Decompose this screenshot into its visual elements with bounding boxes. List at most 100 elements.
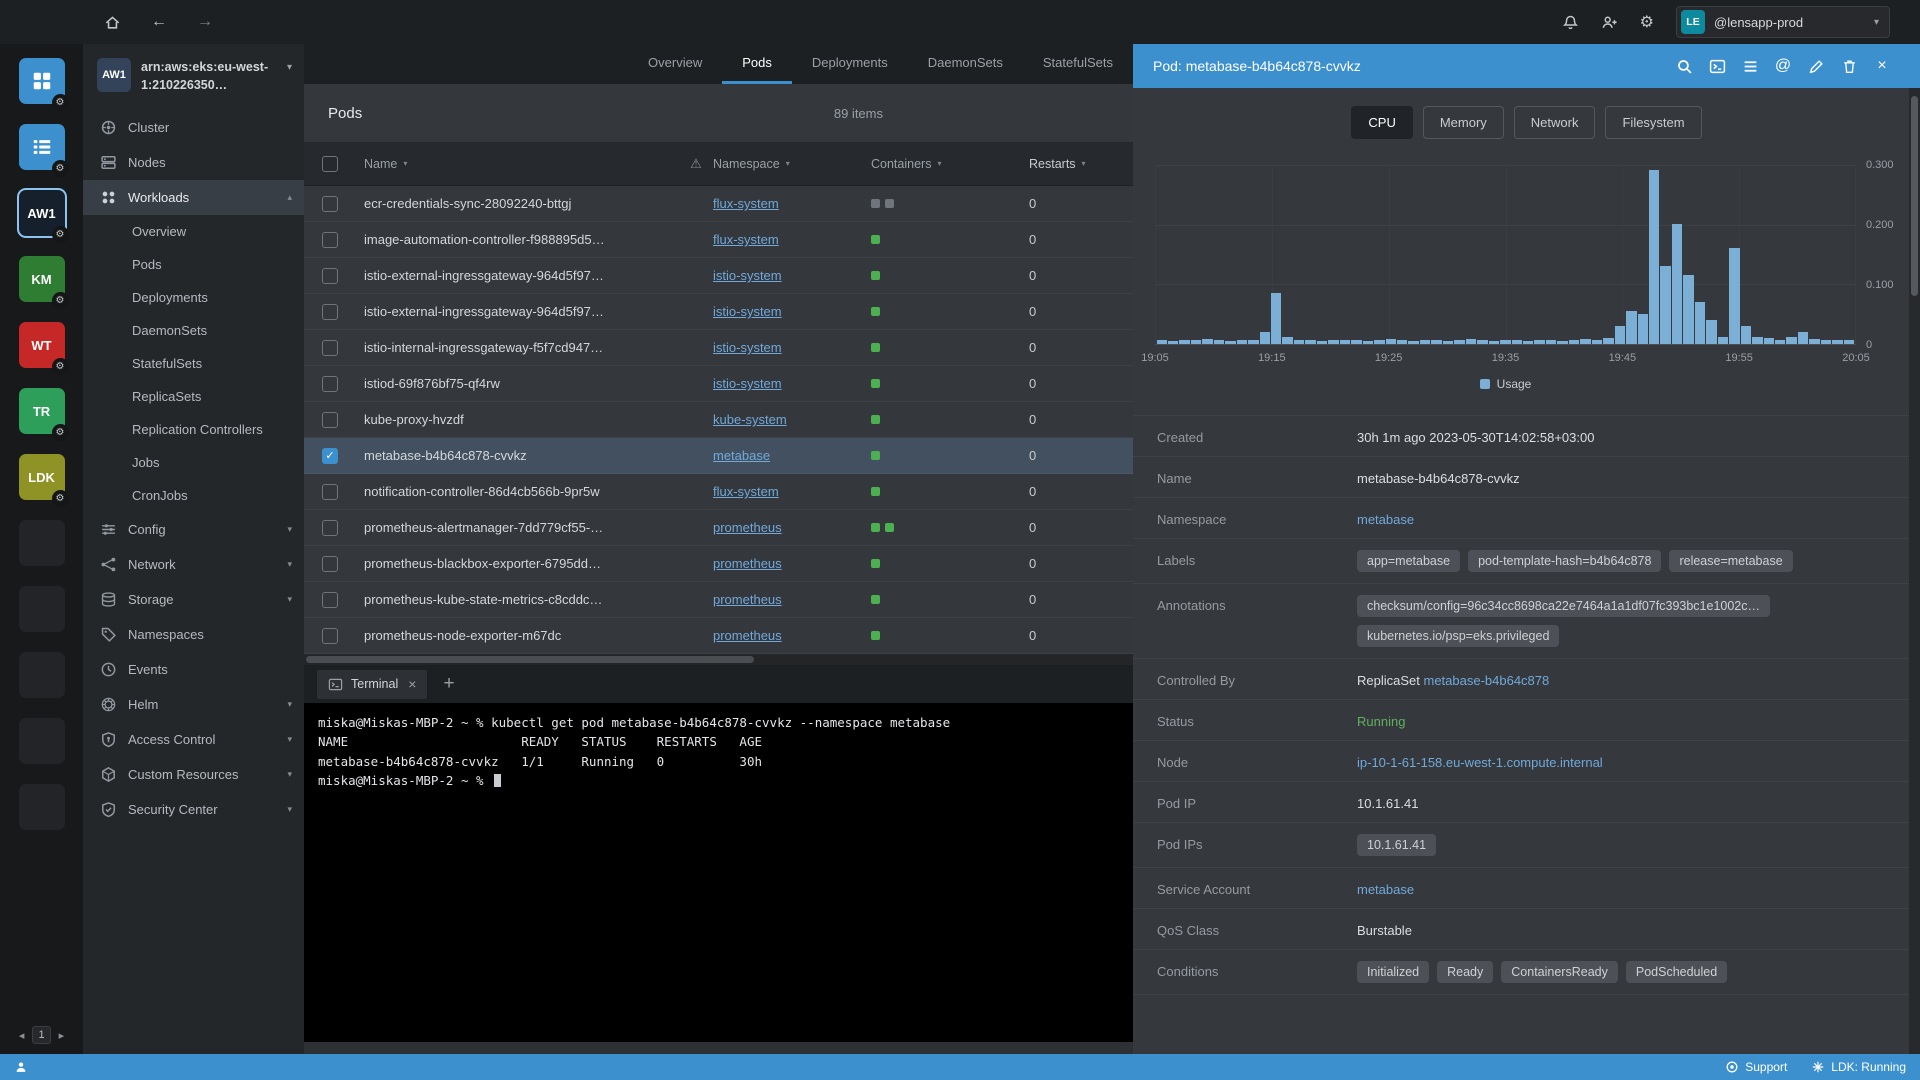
sidebar-item-events[interactable]: Events: [83, 652, 304, 687]
namespace-link[interactable]: metabase: [713, 448, 770, 463]
row-checkbox[interactable]: [322, 303, 338, 320]
drawer-scrollbar[interactable]: [1909, 88, 1920, 1054]
sidebar-item-cluster[interactable]: Cluster: [83, 110, 304, 145]
table-row[interactable]: prometheus-kube-state-metrics-c8cddc… pro…: [304, 582, 1133, 618]
account-dropdown[interactable]: LE @lensapp-prod ▾: [1676, 6, 1890, 38]
namespace-link[interactable]: istio-system: [713, 376, 782, 391]
row-checkbox[interactable]: ✓: [322, 447, 338, 464]
namespace-link[interactable]: flux-system: [713, 196, 779, 211]
hotbar-empty-slot[interactable]: [18, 586, 65, 632]
chart-legend[interactable]: Usage: [1155, 377, 1856, 391]
cluster-status[interactable]: LDK: Running: [1811, 1060, 1906, 1074]
controlled-by-link[interactable]: metabase-b4b64c878: [1423, 670, 1549, 688]
gear-badge-icon[interactable]: ⚙: [51, 490, 69, 507]
gear-badge-icon[interactable]: ⚙: [51, 424, 69, 441]
namespace-link[interactable]: kube-system: [713, 412, 787, 427]
namespace-link[interactable]: prometheus: [713, 592, 782, 607]
pod-logs-icon[interactable]: [1736, 52, 1764, 80]
column-header-containers[interactable]: Containers ▾: [871, 157, 1029, 171]
row-checkbox[interactable]: [322, 267, 338, 284]
namespace-link[interactable]: prometheus: [713, 520, 782, 535]
delete-icon[interactable]: [1835, 52, 1863, 80]
namespace-link[interactable]: flux-system: [713, 232, 779, 247]
table-row[interactable]: prometheus-node-exporter-m67dc prometheus…: [304, 618, 1133, 654]
tab-filesystem[interactable]: Filesystem: [1605, 106, 1702, 139]
row-checkbox[interactable]: [322, 375, 338, 392]
close-tab-icon[interactable]: ×: [408, 676, 416, 692]
sidebar-item-deployments[interactable]: Deployments: [83, 281, 304, 314]
sidebar-item-namespaces[interactable]: Namespaces: [83, 617, 304, 652]
terminal-tab[interactable]: Terminal ×: [317, 669, 428, 699]
pager-next-icon[interactable]: ▸: [59, 1029, 65, 1042]
table-row[interactable]: ✓ metabase-b4b64c878-cvvkz metabase 0: [304, 438, 1133, 474]
column-header-restarts[interactable]: Restarts ▾: [1029, 157, 1133, 171]
sidebar-item-daemonsets[interactable]: DaemonSets: [83, 314, 304, 347]
sidebar-item-network[interactable]: Network ▾: [83, 547, 304, 582]
terminal[interactable]: miska@Miskas-MBP-2 ~ % kubectl get pod m…: [304, 703, 1133, 1042]
hotbar-empty-slot[interactable]: [18, 784, 65, 830]
row-checkbox[interactable]: [322, 555, 338, 572]
sidebar-item-config[interactable]: Config ▾: [83, 512, 304, 547]
sidebar-item-helm[interactable]: Helm ▾: [83, 687, 304, 722]
sidebar-item-access-control[interactable]: Access Control ▾: [83, 722, 304, 757]
table-row[interactable]: istio-internal-ingressgateway-f5f7cd947……: [304, 330, 1133, 366]
sidebar-item-statefulsets[interactable]: StatefulSets: [83, 347, 304, 380]
sidebar-item-custom-resources[interactable]: Custom Resources ▾: [83, 757, 304, 792]
sidebar-item-jobs[interactable]: Jobs: [83, 446, 304, 479]
invite-user-icon[interactable]: [1601, 14, 1618, 31]
namespace-link[interactable]: metabase: [1357, 509, 1414, 527]
hotbar-tile-catalog[interactable]: ⚙: [18, 58, 69, 111]
close-icon[interactable]: ×: [1868, 52, 1896, 80]
pager-prev-icon[interactable]: ◂: [19, 1029, 25, 1042]
sidebar-item-pods[interactable]: Pods: [83, 248, 304, 281]
tab-deployments[interactable]: Deployments: [792, 44, 908, 84]
sidebar-item-workloads[interactable]: Workloads ▴: [83, 180, 304, 216]
attach-pod-icon[interactable]: @: [1769, 52, 1797, 80]
select-all-checkbox[interactable]: [322, 155, 338, 172]
user-icon[interactable]: [14, 1060, 28, 1074]
new-terminal-tab-button[interactable]: +: [437, 673, 460, 695]
pod-shell-icon[interactable]: [1703, 52, 1731, 80]
tab-cpu[interactable]: CPU: [1351, 106, 1413, 139]
table-row[interactable]: kube-proxy-hvzdf kube-system 0: [304, 402, 1133, 438]
row-checkbox[interactable]: [322, 195, 338, 212]
row-checkbox[interactable]: [322, 627, 338, 644]
back-button[interactable]: ←: [151, 13, 167, 31]
tab-pods[interactable]: Pods: [722, 44, 792, 84]
sidebar-item-replication-controllers[interactable]: Replication Controllers: [83, 413, 304, 446]
namespace-link[interactable]: istio-system: [713, 268, 782, 283]
forward-button[interactable]: →: [197, 13, 213, 31]
row-checkbox[interactable]: [322, 519, 338, 536]
table-row[interactable]: istio-external-ingressgateway-964d5f97… i…: [304, 258, 1133, 294]
table-row[interactable]: prometheus-alertmanager-7dd779cf55-… prom…: [304, 510, 1133, 546]
node-link[interactable]: ip-10-1-61-158.eu-west-1.compute.interna…: [1357, 752, 1603, 770]
edit-icon[interactable]: [1802, 52, 1830, 80]
table-row[interactable]: istiod-69f876bf75-qf4rw istio-system 0: [304, 366, 1133, 402]
namespace-link[interactable]: flux-system: [713, 484, 779, 499]
sidebar-item-overview[interactable]: Overview: [83, 215, 304, 248]
search-icon[interactable]: [1670, 52, 1698, 80]
hotbar-tile-aw1[interactable]: AW1 ⚙: [18, 190, 69, 243]
row-checkbox[interactable]: [322, 411, 338, 428]
table-row[interactable]: notification-controller-86d4cb566b-9pr5w…: [304, 474, 1133, 510]
tab-memory[interactable]: Memory: [1422, 106, 1504, 139]
cluster-selector[interactable]: AW1 arn:aws:eks:eu-west-1:210226350… ▾: [83, 44, 304, 106]
sidebar-item-cronjobs[interactable]: CronJobs: [83, 479, 304, 512]
scrollbar-thumb[interactable]: [1911, 96, 1918, 296]
namespace-link[interactable]: prometheus: [713, 628, 782, 643]
hotbar-empty-slot[interactable]: [18, 520, 65, 566]
column-header-namespace[interactable]: Namespace ▾: [713, 157, 871, 171]
hotbar-tile-wt[interactable]: WT ⚙: [18, 322, 69, 375]
column-header-name[interactable]: Name ▾: [364, 157, 679, 171]
hotbar-tile-tr[interactable]: TR ⚙: [18, 388, 69, 441]
namespace-link[interactable]: istio-system: [713, 304, 782, 319]
hotbar-tile-hotbar-menu[interactable]: ⚙: [18, 124, 69, 177]
sidebar-item-nodes[interactable]: Nodes: [83, 145, 304, 180]
column-header-warnings[interactable]: ⚠: [679, 156, 713, 172]
sidebar-item-storage[interactable]: Storage ▾: [83, 582, 304, 617]
row-checkbox[interactable]: [322, 339, 338, 356]
hotbar-tile-ldk[interactable]: LDK ⚙: [18, 454, 69, 507]
row-checkbox[interactable]: [322, 591, 338, 608]
hotbar-empty-slot[interactable]: [18, 718, 65, 764]
support-button[interactable]: Support: [1725, 1060, 1787, 1074]
